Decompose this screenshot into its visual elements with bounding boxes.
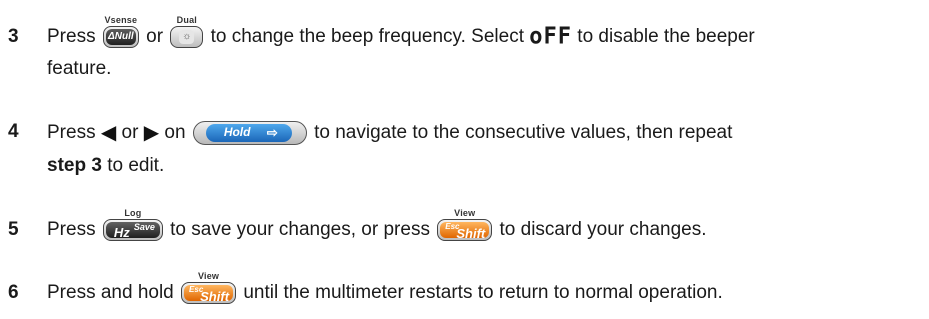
null-key-label: ΔNull — [105, 29, 136, 45]
step-number: 3 — [8, 26, 19, 47]
dual-key[interactable]: Dual ☼ — [170, 15, 204, 48]
step-number: 4 — [8, 121, 19, 142]
step-text-line: step 3 to edit. — [47, 155, 165, 176]
shift-key[interactable]: View Esc Shift — [437, 208, 493, 241]
shift-key[interactable]: View Esc Shift — [181, 271, 237, 304]
step-reference: step 3 — [47, 155, 102, 176]
right-arrow-icon: ▶ — [143, 122, 160, 144]
hold-nav-key[interactable]: Hold ⇨ — [192, 121, 307, 145]
step-text-line: Press and hold View Esc Shift until the … — [47, 271, 723, 304]
step-text-line: Press Log Hz Save to save your changes, … — [47, 208, 707, 241]
null-key[interactable]: Vsense ΔNull — [102, 15, 139, 48]
hold-key-label: Hold — [223, 125, 251, 139]
step-text-line: feature. — [47, 58, 112, 79]
step-text-line: Press ◀ or ▶ on Hold ⇨ to navigate to the… — [47, 121, 733, 145]
display-off-text: oFF — [529, 23, 573, 50]
sun-icon: ☼ — [179, 30, 195, 44]
shift-key-label: Shift — [456, 226, 486, 241]
step-text-line: Press Vsense ΔNull or Dual ☼ to change t… — [47, 15, 755, 50]
step-number: 6 — [8, 282, 19, 303]
exit-icon: ⇨ — [266, 125, 278, 140]
shift-key-label: Shift — [200, 289, 230, 304]
save-key[interactable]: Log Hz Save — [102, 208, 163, 241]
step-number: 5 — [8, 219, 19, 240]
hz-key-label: Hz — [113, 225, 130, 240]
save-key-label: Save — [133, 222, 155, 232]
left-arrow-icon: ◀ — [100, 122, 117, 144]
